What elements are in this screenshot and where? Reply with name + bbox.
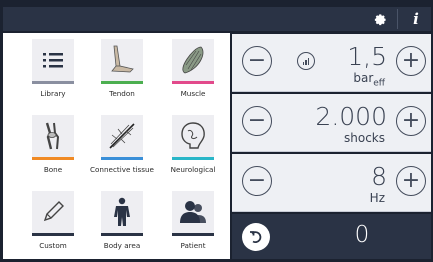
reset-icon (250, 231, 262, 243)
tile-color-stripe (32, 81, 74, 84)
treatment-menu: Library Tendon Muscle Bone Connective ti… (3, 33, 230, 259)
tile-color-stripe (32, 157, 74, 160)
pressure-row: − 1,5 bareff + (232, 34, 431, 92)
tile-color-stripe (32, 233, 74, 236)
frequency-row: − 8 Hz + (232, 154, 431, 212)
menu-tile-library[interactable]: Library (18, 36, 88, 108)
tile-color-stripe (172, 157, 214, 160)
tile-color-stripe (172, 81, 214, 84)
info-button[interactable]: i (401, 7, 431, 31)
plus-icon: + (401, 108, 421, 133)
pencil-icon (32, 191, 74, 233)
reset-counter-button[interactable] (242, 223, 270, 251)
plus-icon: + (401, 168, 421, 193)
gear-icon (374, 13, 386, 25)
minus-icon: − (247, 168, 267, 193)
frequency-value: 8 (371, 162, 387, 191)
shocks-value: 2.000 (315, 102, 387, 131)
counter-bar: 0 (232, 214, 431, 259)
tile-color-stripe (172, 233, 214, 236)
pressure-value: 1,5 (347, 42, 387, 71)
brain-icon (172, 115, 214, 157)
pressure-increase-button[interactable]: + (396, 46, 426, 76)
tile-label: Body area (103, 241, 141, 250)
tile-label: Tendon (109, 89, 135, 98)
menu-tile-tendon[interactable]: Tendon (87, 36, 157, 108)
connective-tissue-icon (101, 115, 143, 157)
menu-tile-muscle[interactable]: Muscle (158, 36, 228, 108)
pressure-unit: bareff (353, 71, 385, 89)
tile-label: Muscle (180, 89, 206, 98)
menu-tile-connective-tissue[interactable]: Connective tissue (87, 112, 157, 184)
list-icon (32, 39, 74, 81)
plus-icon: + (401, 48, 421, 73)
body-icon (101, 191, 143, 233)
settings-button[interactable] (365, 7, 395, 31)
menu-tile-bone[interactable]: Bone (18, 112, 88, 184)
minus-icon: − (247, 48, 267, 73)
shocks-decrease-button[interactable]: − (242, 106, 272, 136)
tile-color-stripe (101, 233, 143, 236)
tile-color-stripe (101, 157, 143, 160)
frequency-increase-button[interactable]: + (396, 166, 426, 196)
menu-tile-body-area[interactable]: Body area (87, 188, 157, 260)
tile-label: Patient (180, 241, 206, 250)
shocks-row: − 2.000 shocks + (232, 94, 431, 152)
signal-strength-icon (297, 52, 315, 70)
shock-counter: 0 (354, 222, 370, 248)
pressure-decrease-button[interactable]: − (242, 46, 272, 76)
patient-icon (172, 191, 214, 233)
device-screen: i Library Tendon Muscle Bone Connective … (0, 0, 433, 262)
shocks-unit: shocks (344, 131, 385, 145)
menu-tile-custom[interactable]: Custom (18, 188, 88, 260)
top-bar: i (3, 7, 431, 31)
parameter-panel: − 1,5 bareff + − 2.000 shocks + − 8 Hz +… (232, 33, 431, 259)
tile-color-stripe (101, 81, 143, 84)
menu-tile-neurological[interactable]: Neurological (158, 112, 228, 184)
menu-tile-patient[interactable]: Patient (158, 188, 228, 260)
info-icon: i (413, 10, 419, 28)
shocks-increase-button[interactable]: + (396, 106, 426, 136)
tendon-icon (101, 39, 143, 81)
top-bar-divider (397, 9, 398, 29)
tile-label: Connective tissue (90, 165, 154, 174)
minus-icon: − (247, 108, 267, 133)
frequency-unit: Hz (369, 191, 385, 205)
frequency-decrease-button[interactable]: − (242, 166, 272, 196)
bone-icon (32, 115, 74, 157)
tile-label: Neurological (170, 165, 216, 174)
muscle-icon (172, 39, 214, 81)
